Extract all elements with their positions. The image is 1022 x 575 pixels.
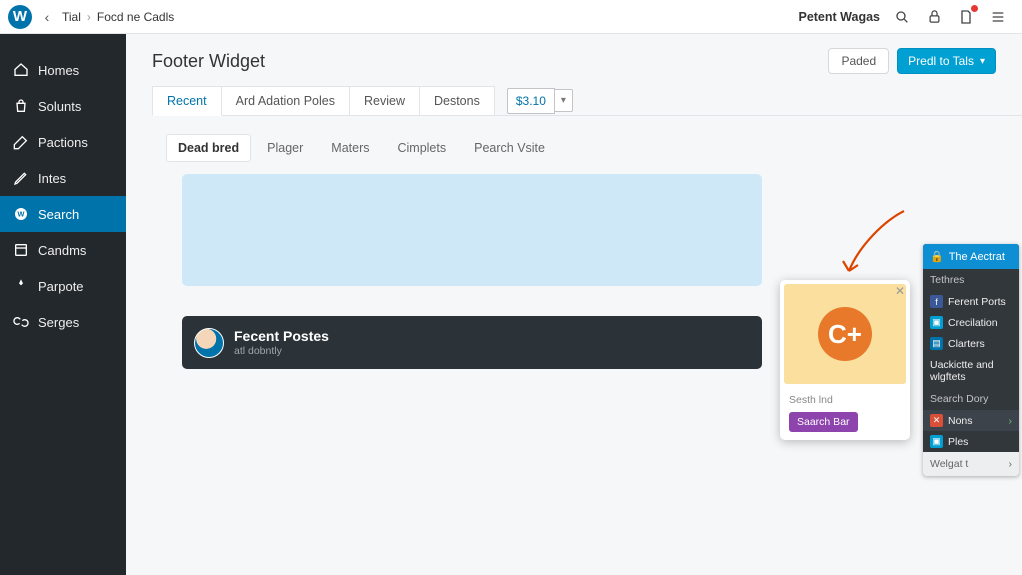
arrow-annotation	[824, 206, 914, 286]
sidebar-item-label: Solunts	[38, 99, 81, 114]
panel-footer[interactable]: Welgat t ›	[923, 452, 1019, 476]
sidebar-item-label: Homes	[38, 63, 79, 78]
avatar	[194, 328, 224, 358]
chevron-right-icon: ›	[1009, 458, 1013, 470]
panel-footer-label: Welgat t	[930, 458, 968, 470]
menu-icon[interactable]	[988, 7, 1008, 27]
tab-adation[interactable]: Ard Adation Poles	[222, 86, 350, 116]
widget-panel: 🔒 The Aectrat Tethres f Ferent Ports ▣ Crec…	[923, 244, 1019, 476]
widget-panel-header[interactable]: 🔒 The Aectrat	[923, 244, 1019, 269]
primary-action-button[interactable]: Predl to Tals ▾	[897, 48, 996, 74]
panel-row-clarters[interactable]: ▤ Clarters	[923, 333, 1019, 354]
popup-thumbnail: C+	[784, 284, 906, 384]
page-title: Footer Widget	[152, 51, 265, 72]
subtab-deadbred[interactable]: Dead bred	[166, 134, 251, 162]
subtab-maters[interactable]: Maters	[319, 134, 381, 162]
logo-letter: W	[13, 8, 27, 25]
chevron-down-icon: ▾	[980, 56, 985, 67]
home-icon	[12, 61, 30, 79]
bag-icon	[12, 97, 30, 115]
wp-logo-icon: W	[8, 5, 32, 29]
sidebar-item-intes[interactable]: Intes	[0, 160, 126, 196]
x-icon: ✕	[930, 414, 943, 427]
c-plus-icon: C+	[818, 307, 872, 361]
sidebar-item-label: Intes	[38, 171, 66, 186]
sidebar-item-homes[interactable]: Homes	[0, 52, 126, 88]
sidebar-item-label: Parpote	[38, 279, 84, 294]
folder-icon: ▤	[930, 337, 943, 350]
recent-posts-widget[interactable]: Fecent Postes atl dobntly	[182, 316, 762, 369]
popup-caption: Sesth lnd	[780, 388, 910, 409]
breadcrumb-2: Focd ne Cadls	[97, 10, 174, 24]
primary-tabs: Recent Ard Adation Poles Review Destons …	[152, 86, 1022, 116]
panel-row-label: Ferent Ports	[948, 296, 1006, 308]
secondary-tabs: Dead bred Plager Maters Cimplets Pearch …	[166, 134, 1022, 162]
status-pill[interactable]: Paded	[828, 48, 889, 74]
widget-subtitle: atl dobntly	[234, 345, 329, 357]
user-label[interactable]: Petent Wagas	[798, 10, 880, 24]
search-bar-button[interactable]: Saarch Bar	[789, 412, 858, 432]
panel-section-searchdory: Search Dory	[923, 388, 1019, 410]
sidebar-item-candms[interactable]: Candms	[0, 232, 126, 268]
layout-icon	[12, 241, 30, 259]
tab-recent[interactable]: Recent	[152, 86, 222, 116]
sidebar-item-pactions[interactable]: Pactions	[0, 124, 126, 160]
wp-small-icon: W	[12, 205, 30, 223]
subtab-cimplets[interactable]: Cimplets	[385, 134, 458, 162]
close-icon[interactable]: ✕	[895, 284, 905, 298]
search-icon[interactable]	[892, 7, 912, 27]
subtab-pearch[interactable]: Pearch Vsite	[462, 134, 557, 162]
panel-row-nons[interactable]: ✕ Nons ›	[923, 410, 1019, 431]
panel-row-ferent[interactable]: f Ferent Ports	[923, 291, 1019, 312]
widget-popup: ✕ C+ Sesth lnd Saarch Bar	[780, 280, 910, 440]
sidebar-item-solunts[interactable]: Solunts	[0, 88, 126, 124]
sidebar-item-label: Search	[38, 207, 79, 222]
lock-small-icon: 🔒	[930, 250, 944, 263]
square-icon: ▣	[930, 435, 943, 448]
back-arrow-icon[interactable]: ‹	[38, 8, 56, 26]
panel-row-label: Nons	[948, 415, 973, 427]
panel-row-label: Crecilation	[948, 317, 998, 329]
sidebar-item-label: Pactions	[38, 135, 88, 150]
breadcrumb-divider: ›	[87, 10, 91, 24]
tab-destons[interactable]: Destons	[420, 86, 495, 116]
panel-row-ples[interactable]: ▣ Ples	[923, 431, 1019, 452]
pencil-icon	[12, 169, 30, 187]
price-select-value[interactable]: $3.10	[507, 88, 555, 114]
price-select-toggle[interactable]: ▾	[555, 89, 573, 112]
sidebar: Homes Solunts Pactions Intes W Search Can…	[0, 34, 126, 575]
widget-title: Fecent Postes	[234, 328, 329, 344]
primary-action-label: Predl to Tals	[908, 54, 974, 68]
sidebar-item-search[interactable]: W Search	[0, 196, 126, 232]
link-icon	[12, 313, 30, 331]
panel-section-tethres: Tethres	[923, 269, 1019, 291]
svg-text:W: W	[18, 210, 25, 219]
panel-row-crecilation[interactable]: ▣ Crecilation	[923, 312, 1019, 333]
panel-row-label: Ples	[948, 436, 968, 448]
panel-row-label: Clarters	[948, 338, 985, 350]
square-icon: ▣	[930, 316, 943, 329]
sidebar-item-serges[interactable]: Serges	[0, 304, 126, 340]
pin-icon	[12, 277, 30, 295]
subtab-plager[interactable]: Plager	[255, 134, 315, 162]
pen-icon	[12, 133, 30, 151]
sidebar-item-label: Candms	[38, 243, 86, 258]
sidebar-item-parpote[interactable]: Parpote	[0, 268, 126, 304]
widget-dropzone[interactable]	[182, 174, 762, 286]
chevron-right-icon: ›	[1009, 415, 1013, 427]
breadcrumb-1[interactable]: Tial	[62, 10, 81, 24]
notification-icon[interactable]	[956, 7, 976, 27]
tab-review[interactable]: Review	[350, 86, 420, 116]
f-icon: f	[930, 295, 943, 308]
widget-panel-title: The Aectrat	[949, 251, 1005, 263]
panel-row-multiline[interactable]: Uackictte and wlgftets	[923, 354, 1019, 388]
sidebar-item-label: Serges	[38, 315, 79, 330]
lock-icon[interactable]	[924, 7, 944, 27]
